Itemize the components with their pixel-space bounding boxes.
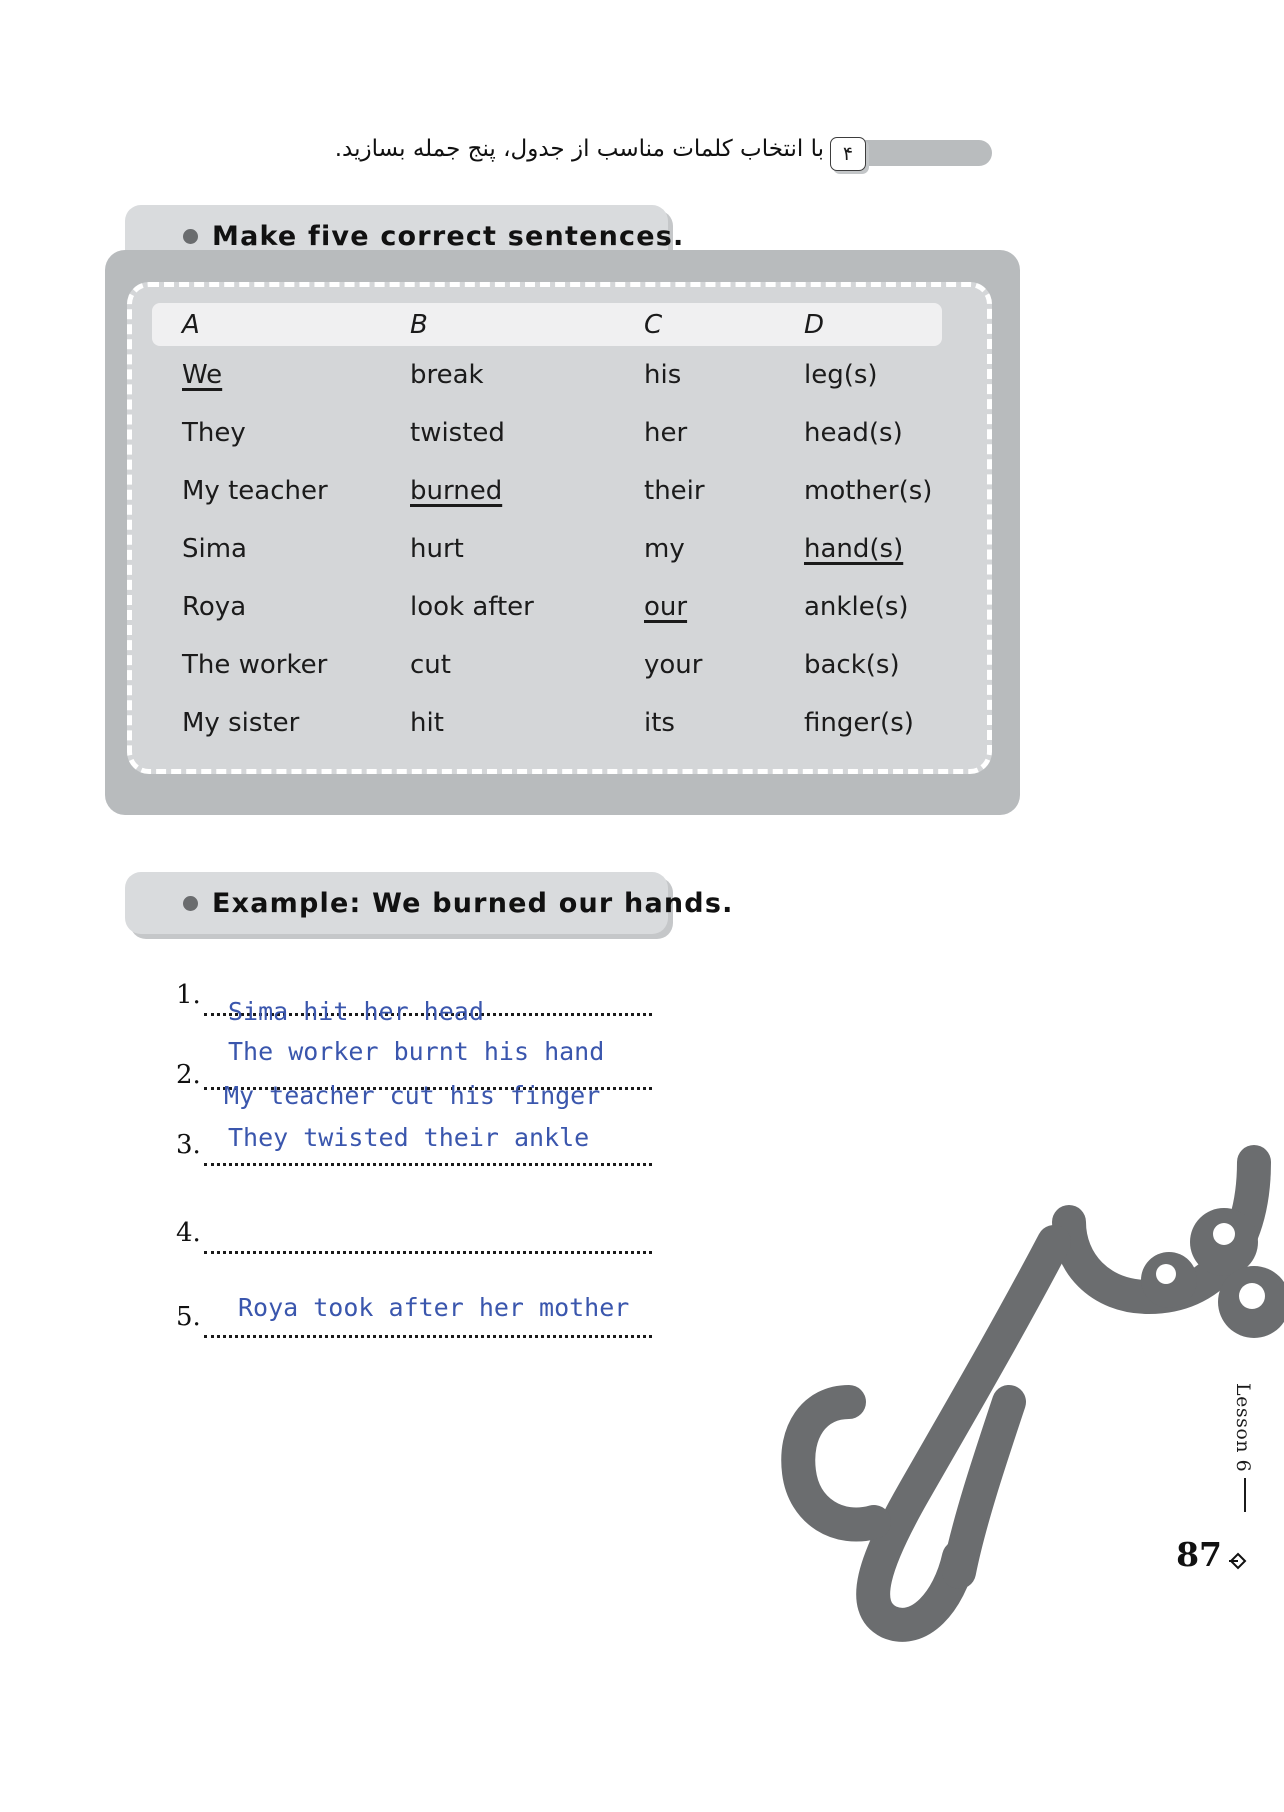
table-cell-a[interactable]: Sima — [152, 520, 380, 578]
cell-text: your — [644, 650, 703, 680]
cell-text: My teacher — [182, 476, 328, 506]
cell-text: its — [644, 708, 675, 738]
table-cell-a[interactable]: Roya — [152, 578, 380, 636]
answer-handwritten-text: Roya took after her mother — [238, 1293, 630, 1322]
cell-text: head(s) — [804, 418, 903, 448]
example-pill: Example: We burned our hands. — [125, 872, 732, 934]
column-header-a: A — [182, 309, 200, 340]
cell-text: mother(s) — [804, 476, 933, 506]
cell-text: burned — [410, 476, 503, 506]
table-cell-d[interactable]: leg(s) — [774, 346, 942, 404]
table-cell-d[interactable]: mother(s) — [774, 462, 942, 520]
table-row: They twisted her head(s) — [152, 404, 942, 462]
answer-blank-line[interactable] — [204, 1335, 652, 1338]
answer-handwritten-text: Sima hit her head — [228, 997, 484, 1026]
answer-number: 1. — [176, 980, 201, 1010]
cell-text: Roya — [182, 592, 247, 622]
table-cell-b[interactable]: hit — [380, 694, 614, 752]
word-selection-table: A B C D We break his leg(s) They twisted her he… — [152, 303, 942, 752]
table-cell-b[interactable]: burned — [380, 462, 614, 520]
cell-text: The worker — [182, 650, 328, 680]
table-cell-a[interactable]: My sister — [152, 694, 380, 752]
table-row: My sister hit its finger(s) — [152, 694, 942, 752]
answer-blank-line[interactable] — [204, 1251, 652, 1254]
example-text: Example: We burned our hands. — [212, 887, 734, 919]
bullet-icon — [183, 228, 198, 244]
cell-text: We — [182, 360, 223, 390]
cell-text: his — [644, 360, 682, 390]
cell-text: hand(s) — [804, 534, 904, 564]
cell-text: break — [410, 360, 484, 390]
table-cell-a[interactable]: The worker — [152, 636, 380, 694]
cell-text: look after — [410, 592, 534, 622]
table-cell-d[interactable]: hand(s) — [774, 520, 942, 578]
diamond-icon — [1229, 1552, 1247, 1570]
cell-text: cut — [410, 650, 451, 680]
table-cell-c[interactable]: their — [614, 462, 774, 520]
table-cell-c[interactable]: our — [614, 578, 774, 636]
cell-text: My sister — [182, 708, 300, 738]
cell-text: my — [644, 534, 685, 564]
table-cell-b[interactable]: look after — [380, 578, 614, 636]
table-cell-b[interactable]: break — [380, 346, 614, 404]
table-cell-a[interactable]: We — [152, 346, 380, 404]
table-header-row: A B C D — [152, 303, 942, 346]
task-number-badge: ۴ — [830, 137, 866, 171]
answer-blank-line[interactable] — [204, 1163, 652, 1166]
task-instruction-persian: با انتخاب کلمات مناسب از جدول، پنج جمله … — [334, 136, 824, 162]
table-cell-b[interactable]: twisted — [380, 404, 614, 462]
table-cell-a[interactable]: They — [152, 404, 380, 462]
persian-watermark — [781, 1145, 1284, 1642]
cell-text: hit — [410, 708, 444, 738]
cell-text: leg(s) — [804, 360, 878, 390]
table-row: Roya look after our ankle(s) — [152, 578, 942, 636]
answer-handwritten-text: My teacher cut his finger — [224, 1081, 601, 1110]
cell-text: twisted — [410, 418, 505, 448]
answer-number: 2. — [176, 1060, 201, 1090]
table-cell-d[interactable]: back(s) — [774, 636, 942, 694]
table-body: We break his leg(s) They twisted her head(s) My … — [152, 346, 942, 752]
answer-number: 4. — [176, 1218, 201, 1248]
table-row: Sima hurt my hand(s) — [152, 520, 942, 578]
table-cell-d[interactable]: finger(s) — [774, 694, 942, 752]
cell-text: her — [644, 418, 688, 448]
cell-text: Sima — [182, 534, 247, 564]
answer-handwritten-text: The worker burnt his hand — [228, 1037, 605, 1066]
table-row: We break his leg(s) — [152, 346, 942, 404]
worksheet-page: ۴ با انتخاب کلمات مناسب از جدول، پنج جمل… — [0, 0, 1284, 1812]
answer-handwritten-text: They twisted their ankle — [228, 1123, 590, 1152]
answer-number: 5. — [176, 1302, 201, 1332]
cell-text: finger(s) — [804, 708, 914, 738]
table-cell-d[interactable]: ankle(s) — [774, 578, 942, 636]
column-header-c: C — [644, 309, 663, 340]
cell-text: back(s) — [804, 650, 900, 680]
answer-number: 3. — [176, 1130, 201, 1160]
column-header-d: D — [804, 309, 825, 340]
page-number: 87 — [1176, 1535, 1222, 1574]
cell-text: our — [644, 592, 688, 622]
table-cell-c[interactable]: her — [614, 404, 774, 462]
cell-text: ankle(s) — [804, 592, 909, 622]
table-row: My teacher burned their mother(s) — [152, 462, 942, 520]
table-cell-c[interactable]: my — [614, 520, 774, 578]
instruction-text: Make five correct sentences. — [212, 220, 685, 252]
table-row: The worker cut your back(s) — [152, 636, 942, 694]
cell-text: their — [644, 476, 705, 506]
table-cell-c[interactable]: your — [614, 636, 774, 694]
table-cell-c[interactable]: its — [614, 694, 774, 752]
table-cell-c[interactable]: his — [614, 346, 774, 404]
table-cell-d[interactable]: head(s) — [774, 404, 942, 462]
bullet-icon — [183, 895, 198, 911]
table-cell-b[interactable]: cut — [380, 636, 614, 694]
lesson-rule — [1244, 1478, 1246, 1512]
cell-text: They — [182, 418, 246, 448]
table-cell-b[interactable]: hurt — [380, 520, 614, 578]
cell-text: hurt — [410, 534, 464, 564]
column-header-b: B — [410, 309, 428, 340]
lesson-label: Lesson 6 — [1232, 1382, 1254, 1472]
table-cell-a[interactable]: My teacher — [152, 462, 380, 520]
